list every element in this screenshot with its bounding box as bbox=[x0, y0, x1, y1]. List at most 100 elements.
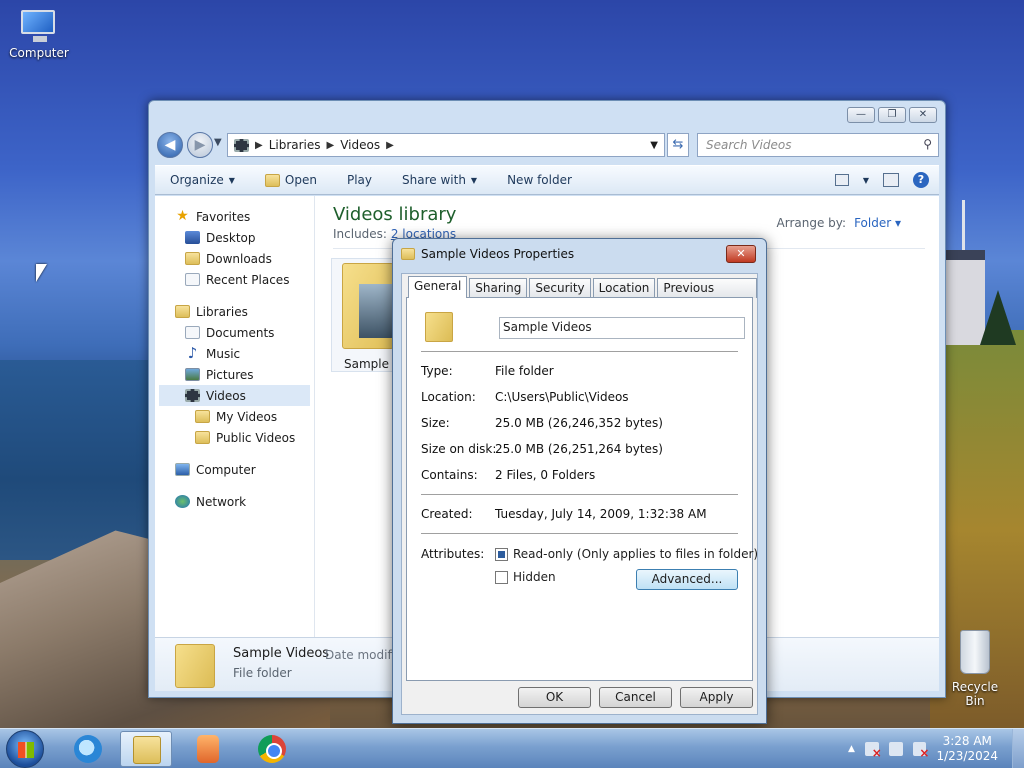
folder-icon bbox=[175, 644, 215, 688]
folder-icon bbox=[195, 410, 210, 423]
nav-item-music[interactable]: ♪ Music bbox=[155, 343, 314, 364]
videos-icon bbox=[185, 389, 200, 402]
chevron-down-icon: ▼ bbox=[470, 175, 478, 185]
share-with-button[interactable]: Share with ▼ bbox=[387, 173, 492, 187]
cancel-button[interactable]: Cancel bbox=[599, 687, 672, 708]
computer-icon bbox=[175, 463, 190, 476]
search-input[interactable]: Search Videos ⚲ bbox=[697, 133, 939, 157]
folder-name-field[interactable]: Sample Videos bbox=[499, 317, 745, 339]
open-button[interactable]: Open bbox=[250, 173, 332, 187]
back-button[interactable]: ◀ bbox=[157, 132, 183, 158]
chevron-right-icon: ▶ bbox=[255, 139, 263, 151]
network-icon bbox=[175, 495, 190, 508]
minimize-button[interactable]: — bbox=[847, 107, 875, 123]
close-button[interactable]: ✕ bbox=[909, 107, 937, 123]
nav-item-recent-places[interactable]: Recent Places bbox=[155, 269, 314, 290]
preview-pane-icon[interactable] bbox=[883, 173, 899, 187]
address-dropdown-icon[interactable]: ▼ bbox=[650, 140, 664, 151]
dialog-title: Sample Videos Properties bbox=[421, 247, 575, 261]
nav-item-network[interactable]: Network bbox=[155, 491, 314, 512]
desktop-icon bbox=[185, 231, 200, 244]
start-button[interactable] bbox=[6, 730, 44, 768]
internet-explorer-icon bbox=[74, 735, 102, 763]
nav-label: Network bbox=[196, 494, 247, 509]
organize-button[interactable]: Organize ▼ bbox=[155, 173, 250, 187]
taskbar-windows-explorer[interactable] bbox=[120, 731, 172, 767]
breadcrumb-videos[interactable]: Videos bbox=[340, 138, 380, 152]
dialog-close-button[interactable]: ✕ bbox=[726, 245, 756, 263]
refresh-button[interactable]: ⇆ bbox=[667, 133, 689, 157]
tab-sharing[interactable]: Sharing bbox=[469, 278, 528, 298]
arrange-dropdown[interactable]: Folder ▾ bbox=[854, 216, 901, 230]
nav-item-desktop[interactable]: Desktop bbox=[155, 227, 314, 248]
folder-icon bbox=[401, 248, 415, 260]
type-value: File folder bbox=[495, 364, 554, 378]
nav-item-computer[interactable]: Computer bbox=[155, 459, 314, 480]
details-date-label: Date modifie bbox=[325, 648, 403, 662]
view-options-icon[interactable] bbox=[834, 174, 849, 186]
volume-muted-icon[interactable] bbox=[912, 742, 929, 760]
folder-tile-sample-videos[interactable]: Sample V bbox=[331, 258, 401, 372]
location-label: Location: bbox=[421, 390, 476, 404]
nav-item-my-videos[interactable]: My Videos bbox=[155, 406, 314, 427]
network-status-icon[interactable] bbox=[888, 742, 903, 756]
dialog-buttons: OK Cancel Apply bbox=[518, 687, 753, 708]
maximize-button[interactable]: ❐ bbox=[878, 107, 906, 123]
history-dropdown-icon[interactable]: ▼ bbox=[214, 137, 222, 148]
advanced-button[interactable]: Advanced... bbox=[636, 569, 738, 590]
nav-item-pictures[interactable]: Pictures bbox=[155, 364, 314, 385]
address-bar[interactable]: ▶ Libraries ▶ Videos ▶ ▼ bbox=[227, 133, 665, 157]
nav-item-libraries[interactable]: Libraries bbox=[155, 301, 314, 322]
hidden-checkbox[interactable]: Hidden bbox=[495, 570, 556, 584]
help-icon[interactable]: ? bbox=[913, 172, 929, 188]
play-button[interactable]: Play bbox=[332, 173, 387, 187]
nav-label: Pictures bbox=[206, 367, 254, 382]
chevron-down-icon[interactable]: ▼ bbox=[863, 176, 869, 185]
tab-general[interactable]: General bbox=[408, 276, 468, 298]
documents-icon bbox=[185, 326, 200, 339]
tab-location[interactable]: Location bbox=[592, 278, 656, 298]
arrange-label: Arrange by: bbox=[776, 216, 847, 230]
desktop-icon-label: Computer bbox=[9, 46, 69, 60]
readonly-checkbox[interactable]: Read-only (Only applies to files in fold… bbox=[495, 547, 758, 561]
computer-icon bbox=[19, 8, 59, 42]
desktop-icon-recycle-bin[interactable]: Recycle Bin bbox=[942, 630, 1008, 708]
window-controls: — ❐ ✕ bbox=[847, 107, 937, 125]
taskbar-chrome[interactable] bbox=[246, 731, 298, 767]
wallpaper-tree bbox=[980, 290, 1016, 345]
clock[interactable]: 3:28 AM 1/23/2024 bbox=[936, 734, 1024, 764]
properties-dialog: Sample Videos Properties ✕ General Shari… bbox=[392, 238, 767, 724]
tab-previous-versions[interactable]: Previous Versions bbox=[657, 278, 757, 314]
music-icon: ♪ bbox=[187, 344, 198, 362]
folder-icon bbox=[342, 263, 399, 349]
ok-button[interactable]: OK bbox=[518, 687, 591, 708]
clock-time: 3:28 AM bbox=[942, 734, 992, 748]
folder-icon bbox=[195, 431, 210, 444]
show-hidden-icons-icon[interactable]: ▲ bbox=[848, 744, 855, 754]
nav-label: My Videos bbox=[216, 409, 278, 424]
taskbar-media-player[interactable] bbox=[182, 731, 234, 767]
forward-button[interactable]: ▶ bbox=[187, 132, 213, 158]
nav-item-documents[interactable]: Documents bbox=[155, 322, 314, 343]
apply-button[interactable]: Apply bbox=[680, 687, 753, 708]
nav-item-videos[interactable]: Videos bbox=[159, 385, 310, 406]
desktop-icon-label: Recycle Bin bbox=[951, 680, 999, 708]
type-label: Type: bbox=[421, 364, 453, 378]
breadcrumb-libraries[interactable]: Libraries bbox=[269, 138, 321, 152]
nav-label: Favorites bbox=[196, 209, 251, 224]
show-desktop-button[interactable] bbox=[1012, 729, 1024, 768]
star-icon: ★ bbox=[176, 208, 189, 224]
nav-label: Public Videos bbox=[216, 430, 296, 445]
nav-item-public-videos[interactable]: Public Videos bbox=[155, 427, 314, 448]
hidden-label: Hidden bbox=[513, 570, 556, 584]
action-center-icon[interactable] bbox=[864, 742, 882, 760]
recycle-bin-icon bbox=[960, 630, 990, 674]
libraries-icon bbox=[175, 305, 190, 318]
new-folder-button[interactable]: New folder bbox=[492, 173, 587, 187]
nav-item-downloads[interactable]: Downloads bbox=[155, 248, 314, 269]
tab-security[interactable]: Security bbox=[529, 278, 591, 298]
separator bbox=[421, 533, 738, 534]
desktop-icon-computer[interactable]: Computer bbox=[8, 8, 70, 60]
nav-item-favorites[interactable]: ★ Favorites bbox=[155, 206, 314, 227]
taskbar-internet-explorer[interactable] bbox=[62, 731, 114, 767]
